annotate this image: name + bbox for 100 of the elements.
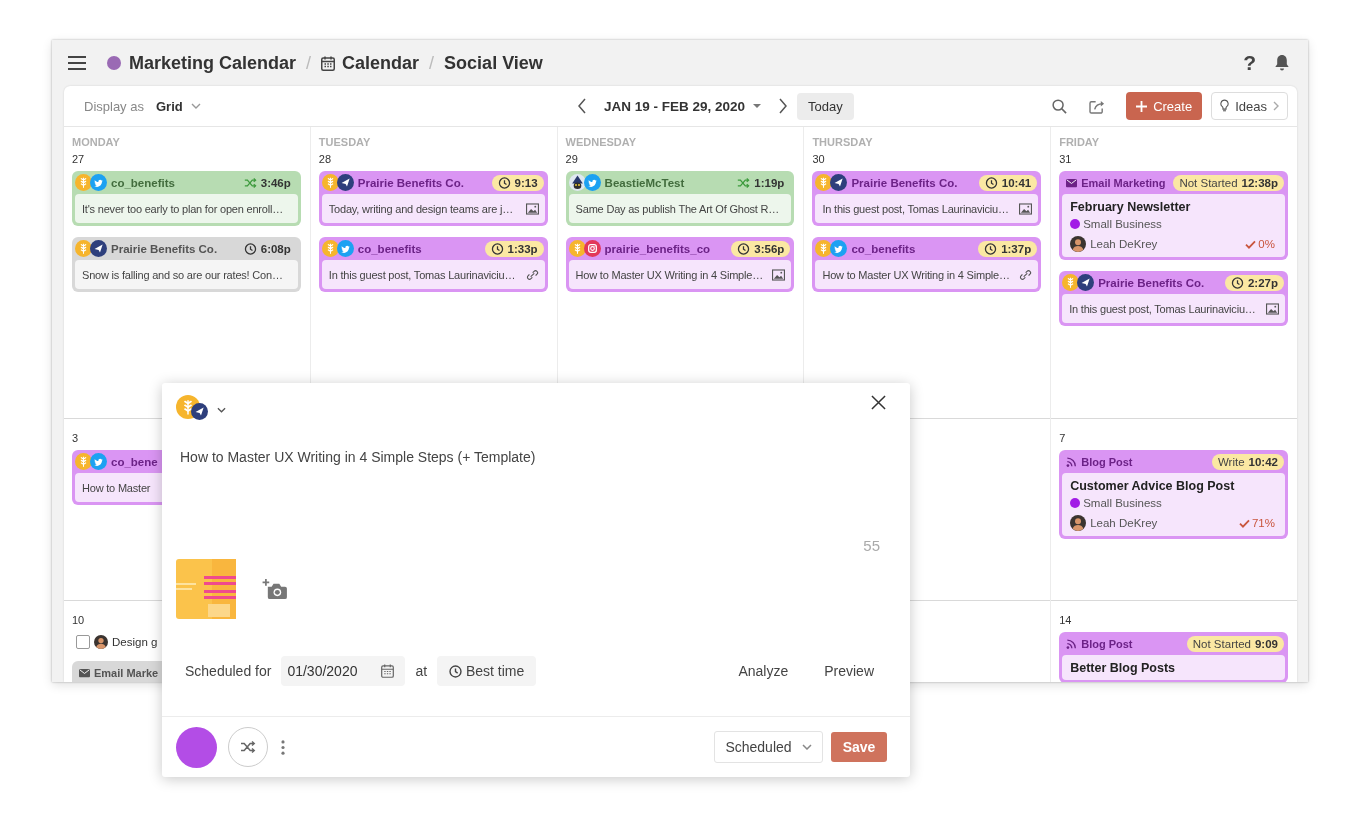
project-type: Email Marketing bbox=[1081, 176, 1166, 189]
checkbox[interactable] bbox=[76, 635, 90, 649]
post-card[interactable]: co_benefits 1:37p How to Master UX Writing in 4 Simple… bbox=[812, 237, 1042, 292]
account-name: Prairie Benefits Co. bbox=[111, 242, 218, 255]
date-number: 29 bbox=[565, 153, 579, 165]
check-icon bbox=[1245, 239, 1257, 249]
ideas-button[interactable]: Ideas bbox=[1211, 92, 1288, 120]
bell-icon[interactable] bbox=[1274, 54, 1290, 72]
more-options-icon[interactable] bbox=[281, 739, 285, 755]
account-name: co_benefits bbox=[851, 242, 916, 255]
at-label: at bbox=[415, 663, 428, 679]
account-name: BeastieMcTest bbox=[604, 176, 685, 189]
project-card[interactable]: Blog Post Not Started 9:09 Better Blog Posts bbox=[1059, 632, 1288, 682]
help-button[interactable]: ? bbox=[1243, 51, 1256, 75]
view-dropdown[interactable]: Grid bbox=[155, 98, 201, 114]
post-time: 1:33p bbox=[507, 242, 538, 255]
task-title[interactable]: Design g bbox=[112, 636, 158, 648]
tag-label: Small Business bbox=[1083, 218, 1162, 230]
breadcrumb-separator: / bbox=[429, 52, 435, 74]
post-preview-text: How to Master UX Writing in 4 Simple… bbox=[822, 268, 1010, 281]
dot-icon bbox=[107, 56, 121, 70]
chevron-right-icon[interactable] bbox=[779, 98, 788, 114]
breadcrumb-link[interactable]: Marketing Calendar bbox=[129, 52, 297, 74]
account-name: co_benefits bbox=[357, 242, 422, 255]
post-card[interactable]: prairie_benefits_co 3:56p How to Master UX Writing in 4 Simple… bbox=[565, 237, 795, 292]
bird-icon bbox=[830, 240, 848, 257]
post-time: 6:08p bbox=[260, 242, 291, 255]
post-card[interactable]: Prairie Benefits Co. 6:08p Snow is falling and so are our rates! Con… bbox=[72, 237, 301, 292]
tag-label: Small Business bbox=[1083, 497, 1162, 509]
post-card[interactable]: Prairie Benefits Co. 9:13 Today, writing and design teams are j… bbox=[318, 171, 548, 226]
close-icon[interactable] bbox=[871, 395, 886, 410]
status-dropdown[interactable]: Scheduled bbox=[714, 731, 823, 763]
search-icon[interactable] bbox=[1052, 98, 1068, 114]
post-preview-text: In this guest post, Tomas Laurinaviciu… bbox=[328, 268, 516, 281]
project-card[interactable]: Email Marketing Not Started 12:38p February Newsletter Small Business Leah DeKrey 0% bbox=[1059, 171, 1288, 260]
project-type: Email Marke bbox=[94, 666, 159, 679]
menu-icon[interactable] bbox=[68, 56, 86, 70]
shuffle-button[interactable] bbox=[228, 727, 268, 767]
post-card[interactable]: Prairie Benefits Co. 10:41 In this guest post, Tomas Laurinaviciu… bbox=[812, 171, 1042, 226]
avatar-icon bbox=[1070, 515, 1087, 531]
owner-name: Leah DeKrey bbox=[1090, 238, 1158, 250]
post-preview-text: In this guest post, Tomas Laurinaviciu… bbox=[1069, 302, 1256, 315]
chevron-down-icon[interactable] bbox=[217, 407, 226, 413]
account-name: Prairie Benefits Co. bbox=[357, 176, 464, 189]
date-number: 3 bbox=[72, 432, 80, 444]
caret-down-icon bbox=[753, 104, 762, 108]
clock-icon bbox=[448, 664, 462, 678]
wheat-icon bbox=[75, 240, 92, 257]
weekday-label: WEDNESDAY bbox=[565, 136, 638, 148]
envelope-icon bbox=[1066, 177, 1078, 188]
link-icon bbox=[1019, 268, 1033, 281]
action-link[interactable]: Analyze bbox=[738, 663, 789, 679]
post-preview-text: How to Master UX Writing in 4 Simple… bbox=[575, 268, 763, 281]
image-icon bbox=[1019, 202, 1033, 215]
date-number: 31 bbox=[1059, 153, 1073, 165]
account-name: co_bene bbox=[111, 455, 158, 468]
date-field[interactable]: 01/30/2020 bbox=[281, 656, 406, 686]
breadcrumb-link[interactable]: Social View bbox=[444, 52, 543, 74]
wheat-icon bbox=[1062, 274, 1080, 291]
post-time: 10:41 bbox=[1001, 176, 1032, 189]
chevron-left-icon[interactable] bbox=[578, 98, 586, 114]
shuffle-icon bbox=[240, 740, 256, 754]
date-number: 10 bbox=[72, 614, 86, 626]
share-icon[interactable] bbox=[1089, 98, 1107, 114]
rss-icon bbox=[1066, 638, 1078, 649]
project-title: February Newsletter bbox=[1070, 200, 1192, 214]
post-card[interactable]: co_benefits 3:46p It's never too early to plan for open enroll… bbox=[72, 171, 301, 226]
chevron-down-icon bbox=[190, 103, 201, 109]
post-card[interactable]: co_benefits 1:33p In this guest post, Tomas Laurinaviciu… bbox=[318, 237, 548, 292]
color-swatch-icon[interactable] bbox=[176, 726, 217, 768]
bird-icon bbox=[583, 174, 601, 191]
wheat-icon bbox=[321, 174, 339, 191]
post-text-field[interactable]: How to Master UX Writing in 4 Simple Steps (+ Template) bbox=[180, 449, 536, 465]
today-button[interactable]: Today bbox=[797, 92, 854, 120]
post-card[interactable]: Prairie Benefits Co. 2:27p In this guest post, Tomas Laurinaviciu… bbox=[1059, 271, 1288, 326]
post-preview-text: Snow is falling and so are our rates! Con… bbox=[82, 268, 283, 281]
project-card[interactable]: Blog Post Write 10:42 Customer Advice Blog Post Small Business Leah DeKrey 71% bbox=[1059, 450, 1288, 539]
clock-icon bbox=[497, 176, 511, 189]
action-link[interactable]: Preview bbox=[824, 663, 874, 679]
wheat-icon bbox=[815, 240, 833, 257]
clock-icon bbox=[490, 242, 504, 255]
breadcrumb-link[interactable]: Calendar bbox=[342, 52, 420, 74]
add-photo-icon[interactable] bbox=[262, 578, 287, 600]
post-card[interactable]: BeastieMcTest 1:19p Same Day as publish The Art Of Ghost R… bbox=[565, 171, 795, 226]
chevron-right-icon bbox=[1273, 101, 1279, 111]
cartoon-avatar-icon bbox=[568, 174, 586, 191]
post-preview-text: Today, writing and design teams are j… bbox=[328, 202, 513, 215]
status-label: Not Started bbox=[1192, 637, 1251, 650]
wheat-icon bbox=[75, 174, 92, 191]
create-button[interactable]: Create bbox=[1126, 92, 1203, 120]
date-range-picker[interactable]: JAN 19 - FEB 29, 2020 bbox=[604, 98, 762, 114]
best-time-button[interactable]: Best time bbox=[437, 656, 537, 686]
image-thumbnail[interactable] bbox=[176, 559, 236, 619]
rss-icon bbox=[1066, 456, 1078, 467]
bird-icon bbox=[336, 240, 354, 257]
post-preview-text: How to Master bbox=[82, 481, 151, 494]
breadcrumb-separator: / bbox=[306, 52, 312, 74]
weekday-label: THURSDAY bbox=[812, 136, 874, 148]
clock-icon bbox=[243, 242, 257, 255]
camera-icon bbox=[583, 240, 601, 257]
